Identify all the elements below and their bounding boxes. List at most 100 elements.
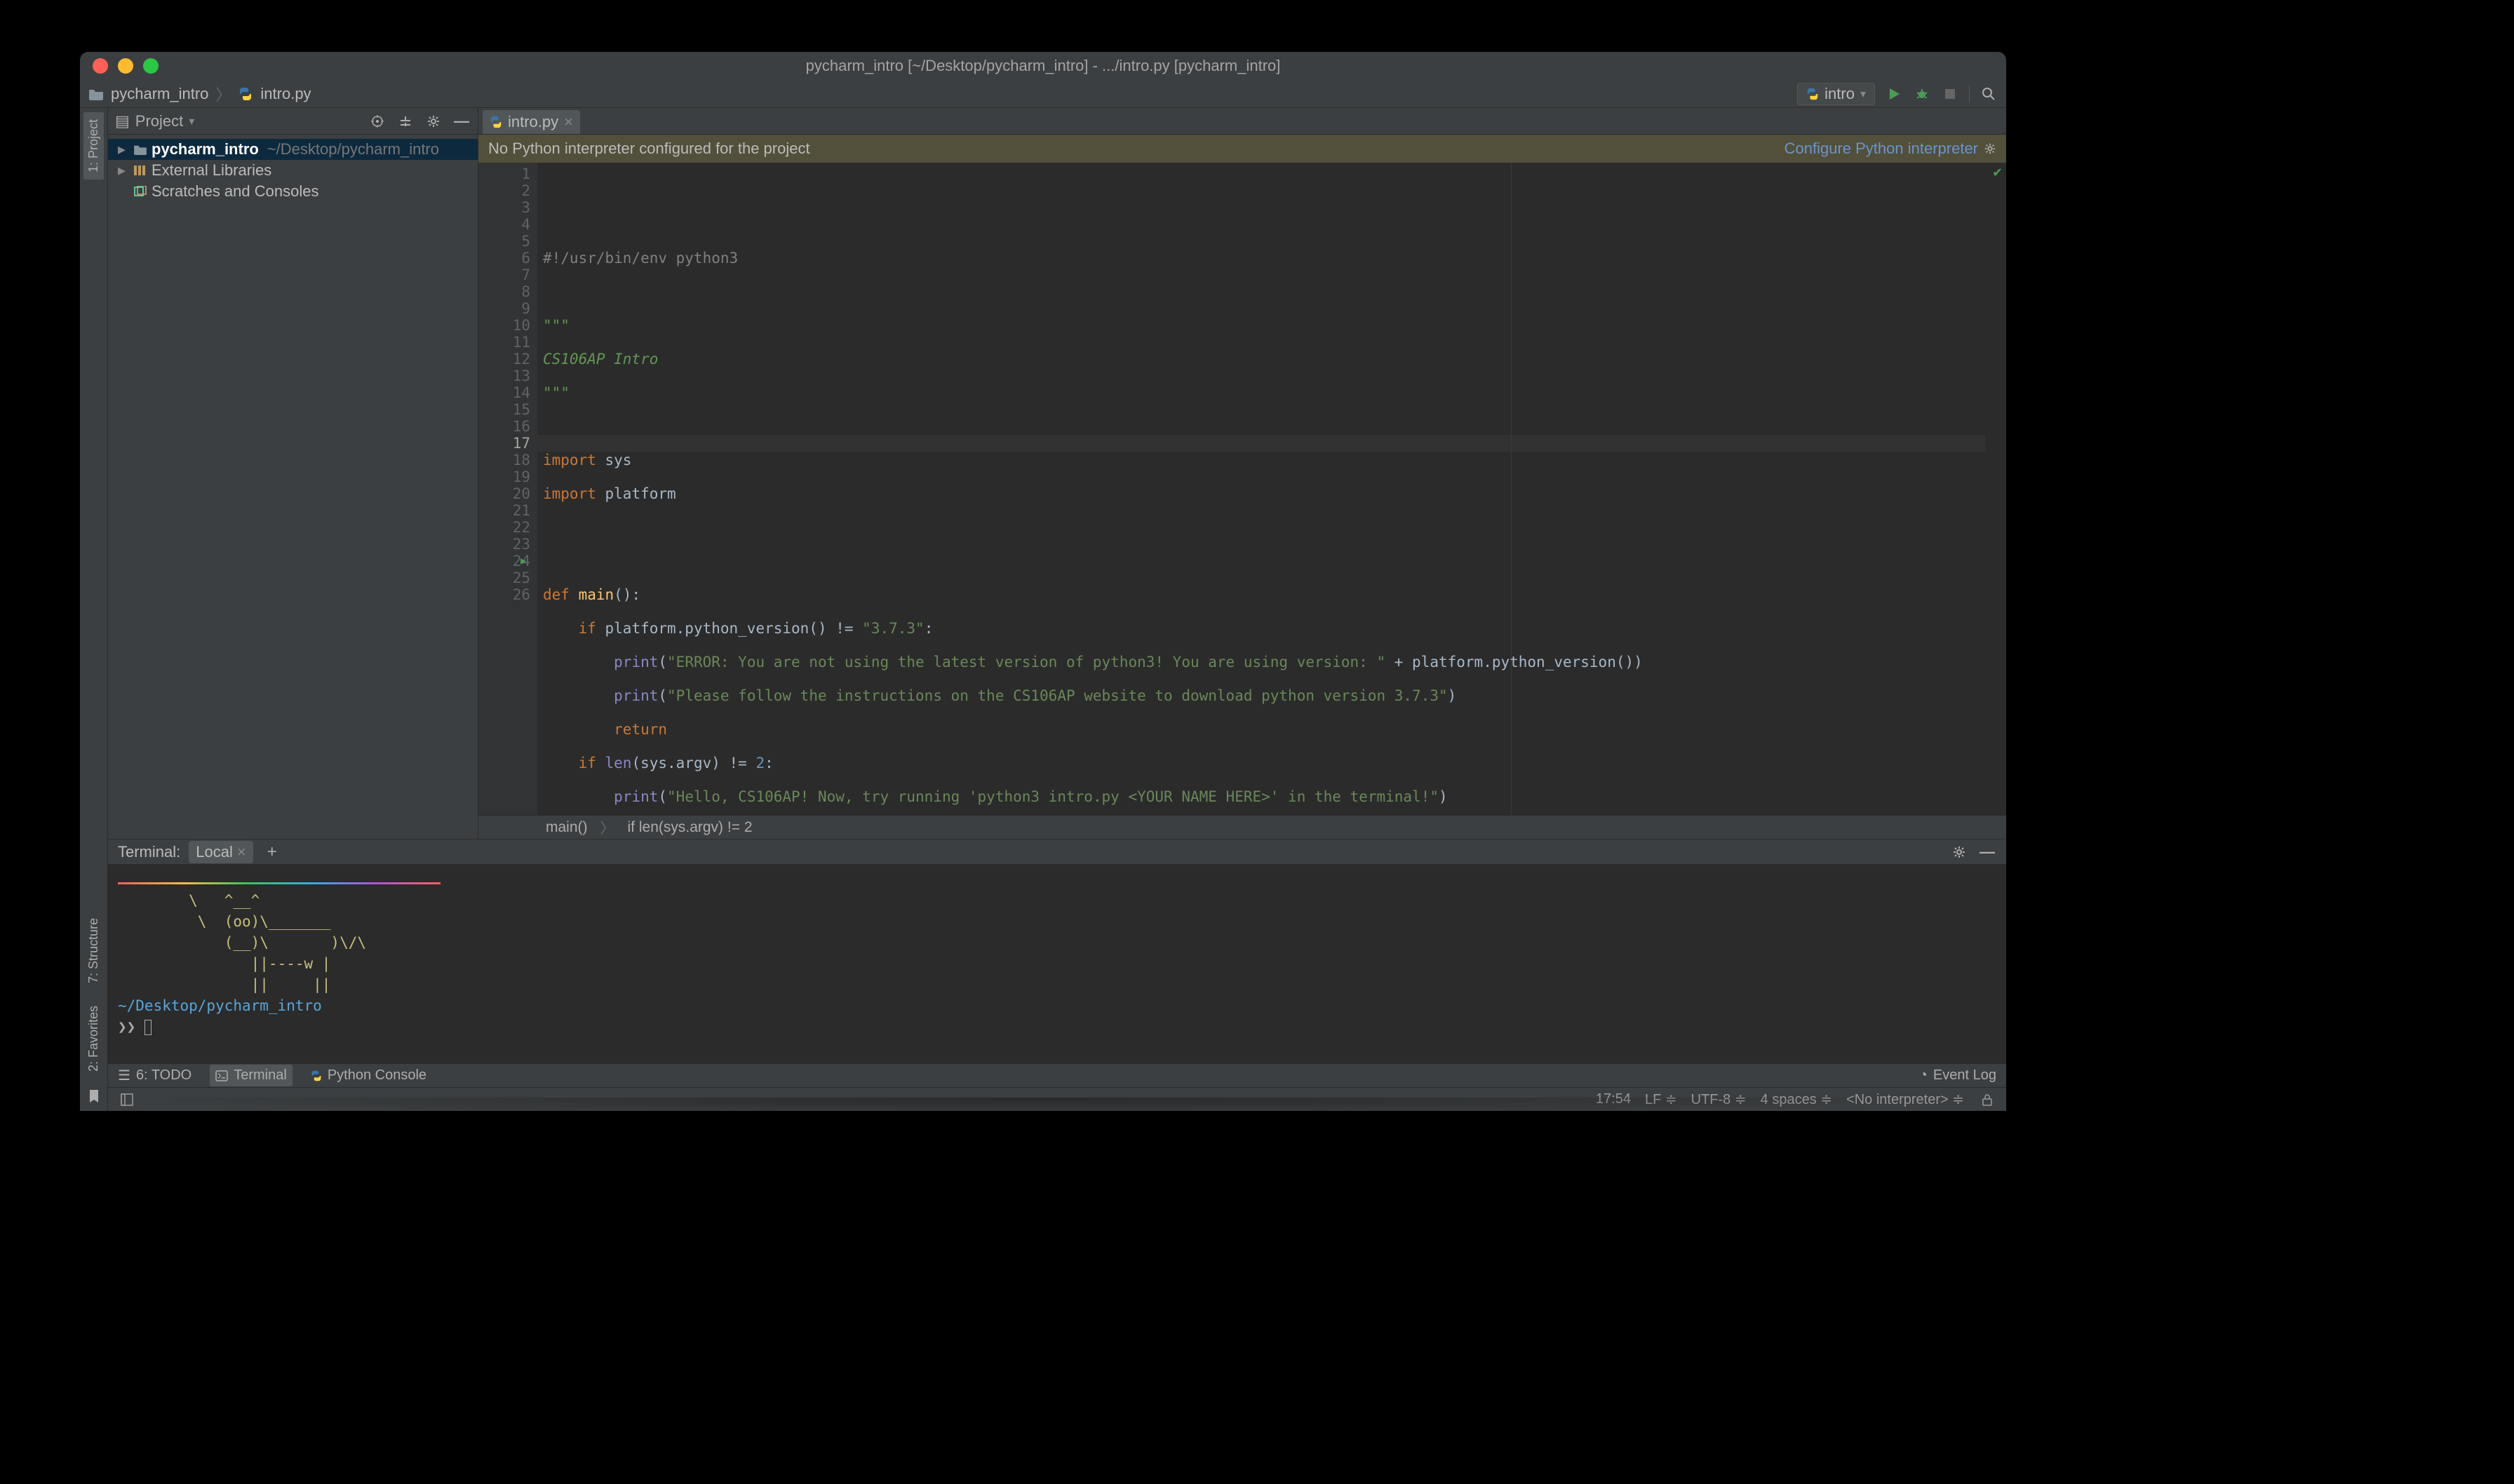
zoom-window-button[interactable] (143, 58, 159, 74)
line-number[interactable]: 16 (481, 418, 530, 435)
search-everywhere-button[interactable] (1979, 85, 1998, 103)
terminal-body[interactable]: \ ^__^ \ (oo)\_______ (__)\ )\/\ ||----w… (108, 865, 2006, 1063)
python-file-icon (490, 116, 502, 128)
project-tool-tab[interactable]: 1: Project (83, 112, 104, 180)
stop-button[interactable] (1941, 85, 1959, 103)
line-number[interactable]: 5 (481, 233, 530, 250)
line-number[interactable]: 21 (481, 502, 530, 519)
line-number[interactable]: 23 (481, 536, 530, 553)
titlebar: pycharm_intro [~/Desktop/pycharm_intro] … (80, 52, 2006, 80)
gear-icon[interactable] (424, 112, 443, 130)
tree-ext-libs-label: External Libraries (152, 161, 271, 180)
favorites-tool-tab[interactable]: 2: Favorites (86, 999, 101, 1079)
python-icon (311, 1070, 322, 1081)
analysis-ok-icon[interactable]: ✔ (1992, 166, 2003, 180)
editor-crumb-2[interactable]: if len(sys.argv) != 2 (628, 819, 753, 836)
breadcrumb-separator: 〉 (215, 83, 231, 105)
line-number[interactable]: 18 (481, 452, 530, 468)
terminal-prompt: ❯❯ (118, 1018, 135, 1035)
project-panel-title[interactable]: Project (135, 112, 183, 130)
tree-root-label: pycharm_intro (152, 140, 259, 158)
close-window-button[interactable] (93, 58, 108, 74)
close-tab-icon[interactable]: × (564, 113, 573, 131)
event-log-icon: ◔ (1919, 1067, 1928, 1084)
close-icon[interactable]: × (237, 843, 246, 861)
todo-tool-button[interactable]: ☰ 6: TODO (118, 1067, 191, 1084)
tree-scratches-label: Scratches and Consoles (152, 182, 318, 201)
line-number[interactable]: 1 (481, 166, 530, 182)
terminal-icon (215, 1070, 228, 1081)
line-number[interactable]: 7 (481, 267, 530, 283)
chevron-right-icon: ▸ (118, 140, 129, 158)
window-title: pycharm_intro [~/Desktop/pycharm_intro] … (806, 57, 1281, 75)
run-gutter-icon[interactable]: ▶ (520, 553, 526, 569)
line-gutter[interactable]: 1234567891011121314151617181920212223242… (478, 163, 537, 815)
bottom-tool-bar: ☰ 6: TODO Terminal Python Console ◔ Even… (108, 1063, 2006, 1087)
run-config-label: intro (1824, 85, 1855, 103)
gear-icon (1984, 142, 1996, 155)
debug-button[interactable] (1913, 85, 1931, 103)
list-icon: ☰ (118, 1067, 130, 1084)
line-number[interactable]: 15 (481, 401, 530, 418)
line-number[interactable]: 25 (481, 569, 530, 586)
hide-panel-icon[interactable]: — (1978, 843, 1996, 861)
editor-right-gutter[interactable]: ✔ (1991, 163, 2006, 815)
line-number[interactable]: 12 (481, 351, 530, 367)
structure-tool-tab[interactable]: 7: Structure (86, 911, 101, 990)
terminal-cwd: ~/Desktop/pycharm_intro (118, 997, 322, 1014)
line-number[interactable]: 20 (481, 485, 530, 502)
new-terminal-button[interactable]: + (267, 842, 277, 862)
line-number[interactable]: 19 (481, 468, 530, 485)
folder-icon (133, 144, 147, 155)
line-number[interactable]: 9 (481, 300, 530, 317)
hide-panel-icon[interactable]: — (452, 112, 471, 130)
python-console-button[interactable]: Python Console (311, 1067, 426, 1084)
editor-tab[interactable]: intro.py × (483, 110, 580, 134)
minimize-window-button[interactable] (118, 58, 133, 74)
interpreter-warning-banner: No Python interpreter configured for the… (478, 135, 2006, 163)
left-tool-strip: 1: Project 7: Structure 2: Favorites (80, 108, 108, 1111)
editor-tab-label: intro.py (508, 113, 558, 131)
library-icon (133, 165, 147, 176)
tree-project-root[interactable]: ▸ pycharm_intro ~/Desktop/pycharm_intro (108, 139, 478, 160)
line-number[interactable]: 6 (481, 250, 530, 267)
line-number[interactable]: 8 (481, 283, 530, 300)
target-icon[interactable] (368, 112, 386, 130)
terminal-cursor[interactable] (144, 1020, 152, 1035)
chevron-down-icon[interactable]: ▾ (189, 114, 194, 128)
breadcrumb-file[interactable]: intro.py (260, 85, 311, 103)
line-number[interactable]: 4 (481, 216, 530, 233)
line-number[interactable]: 14 (481, 384, 530, 401)
line-number[interactable]: 13 (481, 367, 530, 384)
separator (1969, 86, 1970, 102)
editor-breadcrumb-bar: main() 〉 if len(sys.argv) != 2 (478, 815, 2006, 839)
line-number[interactable]: 11 (481, 334, 530, 351)
line-number[interactable]: 10 (481, 317, 530, 334)
terminal-tool-button[interactable]: Terminal (210, 1065, 293, 1086)
configure-interpreter-link[interactable]: Configure Python interpreter (1784, 140, 1996, 158)
terminal-panel: Terminal: Local × + — \ ^__^ (108, 839, 2006, 1063)
line-number[interactable]: 26 (481, 586, 530, 603)
event-log-button[interactable]: ◔ Event Log (1919, 1067, 1996, 1084)
scratches-icon (133, 186, 147, 197)
gear-icon[interactable] (1950, 843, 1968, 861)
tree-external-libraries[interactable]: ▸ External Libraries (108, 160, 478, 181)
tree-root-path: ~/Desktop/pycharm_intro (267, 140, 439, 158)
line-number[interactable]: 3 (481, 199, 530, 216)
code-area[interactable]: #!/usr/bin/env python3 """ CS106AP Intro… (537, 163, 1991, 815)
folder-icon (88, 86, 104, 102)
cowsay-art: \ ^__^ \ (oo)\_______ (__)\ )\/\ ||----w… (118, 890, 1996, 995)
editor-crumb-1[interactable]: main() (546, 819, 588, 836)
breadcrumb-root[interactable]: pycharm_intro (111, 85, 208, 103)
run-config-selector[interactable]: intro ▾ (1797, 83, 1875, 105)
run-button[interactable] (1885, 85, 1903, 103)
line-number[interactable]: 2 (481, 182, 530, 199)
code-editor[interactable]: 1234567891011121314151617181920212223242… (478, 163, 2006, 815)
banner-message: No Python interpreter configured for the… (488, 140, 810, 158)
navigation-bar: pycharm_intro 〉 intro.py intro ▾ (80, 80, 2006, 108)
expand-all-icon[interactable] (396, 112, 415, 130)
terminal-tab[interactable]: Local × (189, 841, 253, 863)
tree-scratches[interactable]: ▸ Scratches and Consoles (108, 181, 478, 202)
line-number[interactable]: 17 (481, 435, 530, 452)
line-number[interactable]: 22 (481, 519, 530, 536)
